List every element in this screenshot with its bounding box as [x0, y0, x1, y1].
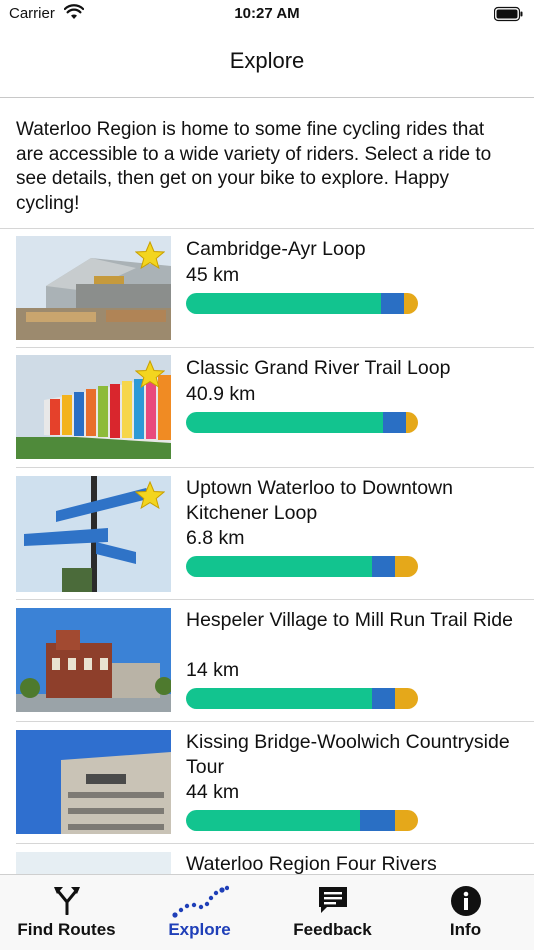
- difficulty-easy-segment: [186, 293, 381, 314]
- difficulty-moderate-segment: [383, 412, 407, 433]
- route-dots-icon: [171, 885, 229, 924]
- difficulty-easy-segment: [186, 412, 384, 433]
- intro-text: Waterloo Region is home to some fine cyc…: [16, 119, 492, 214]
- explore-list[interactable]: Waterloo Region is home to some fine cyc…: [0, 98, 534, 874]
- route-title: Cambridge-Ayr Loop: [186, 238, 366, 260]
- route-photo: [16, 236, 171, 340]
- difficulty-moderate-segment: [371, 556, 395, 577]
- route-distance: 40.9 km: [186, 383, 256, 405]
- route-row-kissing-bridge-woolwich-countryside-tour[interactable]: Kissing Bridge-Woolwich Countryside Tour…: [0, 722, 534, 844]
- route-distance: 45 km: [186, 264, 240, 286]
- featured-star-icon: [135, 360, 165, 388]
- difficulty-easy-segment: [186, 556, 372, 577]
- difficulty-hard-segment: [404, 293, 418, 314]
- tab-explore[interactable]: Explore: [133, 875, 266, 950]
- difficulty-bar: [186, 688, 418, 709]
- page-title: Explore: [229, 48, 305, 73]
- tab-label: Find Routes: [17, 920, 116, 939]
- fork-arrow-icon: [53, 885, 81, 920]
- difficulty-hard-segment: [394, 810, 418, 831]
- difficulty-hard-segment: [406, 412, 418, 433]
- route-row-hespeler-village-to-mill-run-trail-ride[interactable]: Hespeler Village to Mill Run Trail Ride …: [0, 600, 534, 722]
- tab-label: Explore: [168, 920, 231, 939]
- clock: 10:27 AM: [234, 5, 300, 22]
- difficulty-moderate-segment: [380, 293, 405, 314]
- chat-bubble-icon: [317, 885, 349, 920]
- battery-icon: [493, 6, 524, 27]
- tab-label: Feedback: [293, 920, 372, 939]
- difficulty-hard-segment: [394, 688, 418, 709]
- difficulty-moderate-segment: [371, 688, 395, 709]
- difficulty-bar: [186, 556, 418, 577]
- route-photo: [16, 355, 171, 459]
- featured-star-icon: [135, 481, 165, 509]
- difficulty-easy-segment: [186, 810, 360, 831]
- route-title: Waterloo Region Four Rivers: [186, 853, 437, 874]
- featured-star-icon: [135, 241, 165, 269]
- difficulty-bar: [186, 810, 418, 831]
- route-distance: 44 km: [186, 781, 240, 803]
- tab-find-routes[interactable]: Find Routes: [0, 875, 133, 950]
- route-title: Uptown Waterloo to Downtown Kitchener Lo…: [186, 477, 453, 524]
- route-title: Classic Grand River Trail Loop: [186, 357, 451, 379]
- route-photo: [16, 608, 171, 712]
- difficulty-bar: [186, 293, 418, 314]
- difficulty-moderate-segment: [360, 810, 395, 831]
- route-title: Kissing Bridge-Woolwich Countryside Tour: [186, 731, 510, 778]
- tab-label: Info: [449, 920, 482, 939]
- info-circle-icon: [450, 885, 482, 922]
- route-row-classic-grand-river-trail-loop[interactable]: Classic Grand River Trail Loop 40.9 km: [0, 348, 534, 468]
- route-photo: [16, 476, 171, 592]
- tab-info[interactable]: Info: [399, 875, 532, 950]
- route-photo: [16, 730, 171, 834]
- route-photo: [16, 852, 171, 874]
- difficulty-bar: [186, 412, 418, 433]
- route-distance: 14 km: [186, 659, 240, 681]
- route-distance: 6.8 km: [186, 527, 245, 549]
- tab-feedback[interactable]: Feedback: [266, 875, 399, 950]
- route-title: Hespeler Village to Mill Run Trail Ride: [186, 609, 513, 631]
- route-row-waterloo-region-four-rivers[interactable]: Waterloo Region Four Rivers: [0, 844, 534, 874]
- route-row-cambridge-ayr-loop[interactable]: Cambridge-Ayr Loop 45 km: [0, 229, 534, 348]
- difficulty-hard-segment: [394, 556, 418, 577]
- difficulty-easy-segment: [186, 688, 372, 709]
- route-row-uptown-waterloo-to-downtown-kitchener-loop[interactable]: Uptown Waterloo to Downtown Kitchener Lo…: [0, 468, 534, 600]
- tab-bar: Find Routes Explore Feedback Info: [0, 874, 534, 950]
- status-bar: Carrier 10:27 AM: [0, 0, 534, 28]
